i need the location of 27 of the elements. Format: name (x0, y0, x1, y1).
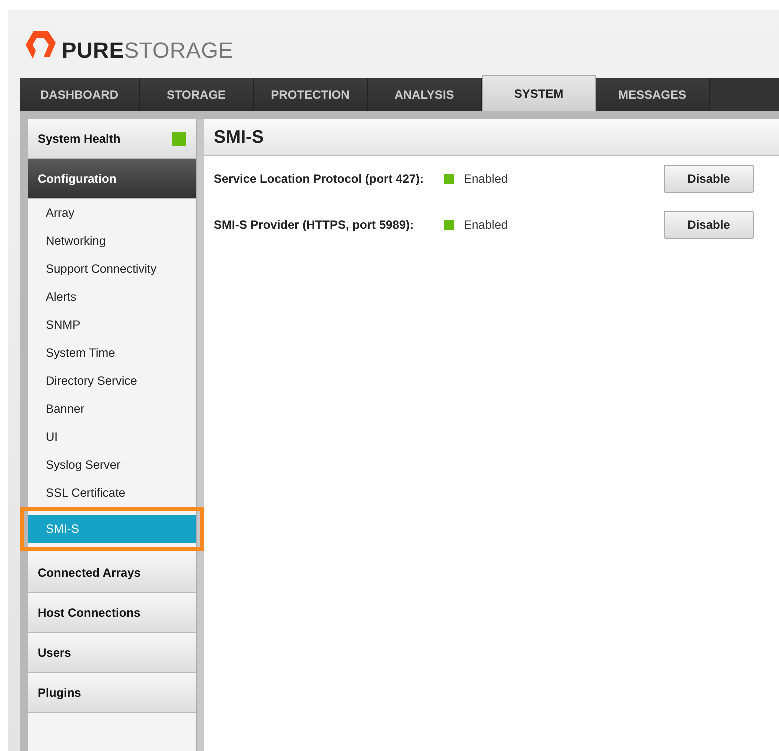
sidebar-section[interactable]: Configuration (28, 159, 196, 199)
sidebar-item[interactable]: Array (28, 199, 196, 227)
nav-tab[interactable]: ANALYSIS (368, 78, 482, 111)
sidebar-item[interactable]: Support Connectivity (28, 255, 196, 283)
sidebar-item[interactable]: Networking (28, 227, 196, 255)
disable-button[interactable]: Disable (664, 211, 754, 239)
nav-tab[interactable]: SYSTEM (482, 75, 596, 111)
panel-title: SMI-S (214, 126, 264, 148)
nav-tab[interactable]: DASHBOARD (20, 78, 140, 111)
sidebar-item[interactable]: SSL Certificate (28, 479, 196, 507)
disable-button[interactable]: Disable (664, 165, 754, 193)
nav-tab[interactable]: MESSAGES (596, 78, 710, 111)
service-label: SMI-S Provider (HTTPS, port 5989): (214, 218, 416, 232)
service-status: Enabled (464, 172, 510, 186)
scrollbar[interactable] (196, 119, 204, 751)
service-label: Service Location Protocol (port 427): (214, 172, 426, 186)
service-status: Enabled (464, 218, 510, 232)
sidebar-item[interactable]: Syslog Server (28, 451, 196, 479)
nav-tab[interactable]: PROTECTION (254, 78, 368, 111)
sidebar-item[interactable]: Alerts (28, 283, 196, 311)
sidebar-item[interactable]: Banner (28, 395, 196, 423)
sidebar-item[interactable]: Directory Service (28, 367, 196, 395)
sidebar-item[interactable]: SNMP (28, 311, 196, 339)
nav-tab[interactable]: STORAGE (140, 78, 254, 111)
sidebar-item[interactable]: UI (28, 423, 196, 451)
sidebar-item[interactable]: System Time (28, 339, 196, 367)
brand-name: PURESTORAGE (62, 38, 234, 64)
